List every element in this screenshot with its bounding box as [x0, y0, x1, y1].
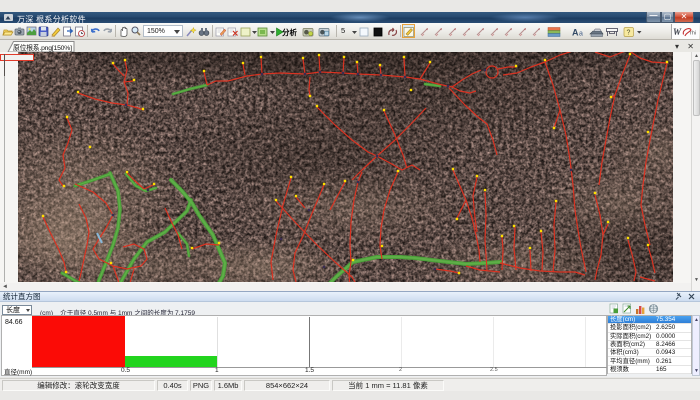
- svg-text:a: a: [579, 31, 583, 38]
- svg-text:?: ?: [627, 30, 631, 37]
- svg-text:A: A: [572, 28, 579, 38]
